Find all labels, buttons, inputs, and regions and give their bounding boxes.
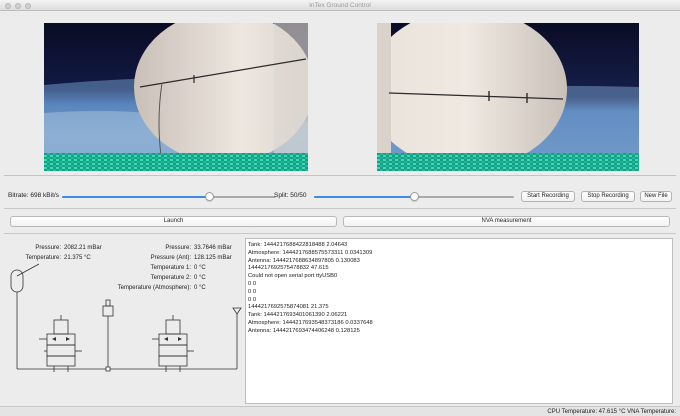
temperature-2-value: 0 °C — [194, 275, 206, 281]
log-line: 0 0 — [248, 280, 257, 287]
temperature-1-value: 0 °C — [194, 265, 206, 271]
log-line: 1444217692575874081 21.375 — [248, 304, 329, 311]
pneumatic-diagram — [10, 263, 242, 372]
new-file-button[interactable]: New File — [640, 191, 672, 202]
antenna-pressure-label: Pressure (Ant): — [150, 255, 191, 261]
bitrate-slider[interactable] — [62, 192, 276, 201]
status-bar: CPU Temperature: 47.615 °C VNA Temperatu… — [0, 406, 680, 416]
log-line: 1444217692575478832 47.615 — [248, 265, 329, 272]
temperature-2-row: Temperature 2: 0 °C — [4, 275, 206, 281]
log-line: 0 0 — [248, 296, 257, 303]
atmosphere-pressure-row: Pressure: 33.7646 mBar — [4, 245, 232, 251]
log-console[interactable]: Tank: 1444217688422818488 2.04643 Atmosp… — [245, 238, 673, 404]
log-line: 0 0 — [248, 288, 257, 295]
log-line: Atmosphere: 1444217688575573311 0.034130… — [248, 249, 373, 256]
camera-feed-right — [377, 23, 639, 171]
bitrate-label: Bitrate: 698 kBit/s — [8, 192, 59, 199]
bitrate-slider-fill — [62, 196, 210, 198]
temperature-1-row: Temperature 1: 0 °C — [4, 265, 206, 271]
window-title: InTex Ground Control — [309, 2, 371, 9]
telemetry-panel: Pressure: 2082.21 mBar Temperature: 21.375… — [4, 236, 242, 404]
log-line: Antenna: 1444217688634897805 0.130083 — [248, 257, 360, 264]
temperature-2-label: Temperature 2: — [150, 275, 191, 281]
stop-recording-button[interactable]: Stop Recording — [581, 191, 635, 202]
atmosphere-pressure-value: 33.7646 mBar — [194, 245, 232, 251]
video-area — [4, 13, 676, 176]
log-line: Atmosphere: 1444217693548373186 0.033764… — [248, 319, 373, 326]
start-recording-button[interactable]: Start Recording — [521, 191, 575, 202]
temperature-1-label: Temperature 1: — [150, 265, 191, 271]
temperature-atmosphere-row: Temperature (Atmosphere): 0 °C — [4, 285, 206, 291]
separator-bottom — [4, 233, 676, 234]
temperature-atmosphere-label: Temperature (Atmosphere): — [117, 285, 191, 291]
camera-feed-left — [44, 23, 308, 171]
launch-button[interactable]: Launch — [10, 216, 337, 227]
status-text: CPU Temperature: 47.615 °C VNA Temperatu… — [547, 409, 676, 415]
atmosphere-pressure-label: Pressure: — [165, 245, 191, 251]
log-line: Tank: 1444217693401061390 2.06221 — [248, 312, 348, 319]
split-slider-fill — [314, 196, 414, 198]
log-line: Antenna: 1444217693474406248 0.128125 — [248, 327, 360, 334]
title-bar: InTex Ground Control — [0, 0, 680, 11]
antenna-pressure-row: Pressure (Ant): 128.125 mBar — [4, 255, 232, 261]
log-line: Could not open serial port ttyUSB0 — [248, 273, 338, 280]
separator-top — [4, 208, 676, 209]
antenna-pressure-value: 128.125 mBar — [194, 255, 232, 261]
split-label: Split: 50/50 — [274, 192, 307, 199]
recording-controls: Bitrate: 698 kBit/s Split: 50/50 Start R… — [4, 186, 676, 204]
bitrate-slider-knob[interactable] — [205, 192, 215, 201]
nva-measurement-button[interactable]: NVA measurement — [343, 216, 670, 227]
log-line: Tank: 1444217688422818488 2.04643 — [248, 242, 348, 248]
split-slider[interactable] — [314, 192, 514, 201]
split-slider-knob[interactable] — [409, 192, 419, 201]
temperature-atmosphere-value: 0 °C — [194, 285, 206, 291]
